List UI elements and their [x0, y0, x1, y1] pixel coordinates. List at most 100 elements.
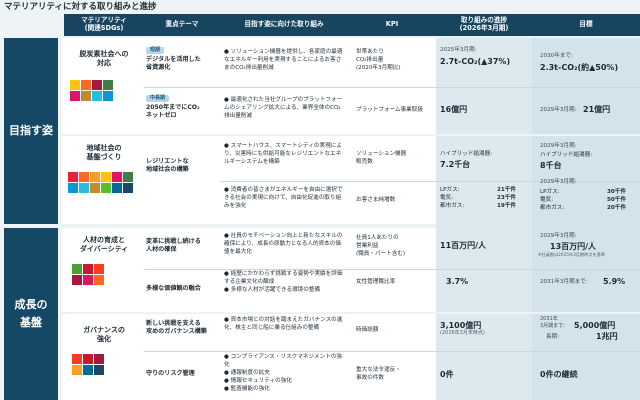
target-hybrid-value: 8千台	[540, 161, 562, 170]
theme-talent: 変革に挑戦し続ける 人材の確保	[146, 238, 201, 254]
progress-violations-value: 0件	[440, 370, 454, 379]
approach-compliance: ● コンプライアンス・リスクマネジメントの強化 ● 通報制度の拡充 ● 情報セキ…	[224, 354, 343, 393]
sdg-goal-icon	[68, 183, 78, 193]
sdg-goal-icon	[72, 275, 82, 285]
progress-lpg-label: LPガス:	[440, 187, 460, 193]
target-lpg-value: 30千件	[607, 189, 626, 195]
target-column-bg	[532, 38, 640, 400]
materiality-people: 人材の育成と ダイバーシティ	[79, 236, 129, 254]
sdg-goal-icon	[81, 91, 91, 101]
sdg-goal-icon	[83, 264, 93, 274]
progress-market-cap-note: (2026年3月末時点)	[440, 330, 485, 336]
progress-hybrid-label: ハイブリッド給湯器:	[440, 151, 493, 157]
header-approach: 目指す姿に向けた取り組み	[220, 14, 348, 36]
target-market-cap-value: 5,000億円	[574, 321, 616, 330]
approach-smart-house: ● スマートハウス、スマートシティの実現により、災害時にも供給可能なレジリエント…	[224, 143, 342, 166]
target-customer-list: LPガス: 30千件 電気: 50千件 都市ガス: 20千件	[540, 188, 632, 212]
sdg-goal-icon	[123, 183, 133, 193]
sdg-goal-icon	[83, 365, 93, 375]
target-profit-note: ※社員数は2025年3月期時点を基準	[538, 252, 606, 257]
sdg-goal-icon	[70, 80, 80, 90]
target-customer-period: 2029年3月期:	[540, 179, 577, 185]
target-platform-value: 21億円	[583, 105, 611, 114]
theme-diversity: 多様な価値観の融合	[146, 285, 201, 292]
materiality-decarb: 脱炭素社会への 対応	[79, 50, 129, 68]
theme-offensive-governance: 新しい挑戦を支える 攻めのガバナンス構築	[146, 320, 207, 336]
approach-platform: ● 最適化された当社グループのプラットフォームのシェアリング拡大による、業界全体…	[224, 97, 343, 120]
sdg-goal-icon	[81, 80, 91, 90]
sdg-goal-icon	[94, 354, 104, 364]
target-citygas-value: 20千件	[607, 205, 626, 212]
sdg-goal-icon	[101, 172, 111, 182]
target-electric-label: 電気:	[540, 197, 554, 204]
progress-lpg-value: 21千件	[497, 187, 516, 193]
group-label-growth: 成長の 基盤	[4, 228, 58, 400]
progress-citygas-label: 都市ガス:	[440, 203, 465, 210]
group-label-aim: 目指す姿	[4, 38, 58, 224]
progress-electric-value: 23千件	[497, 195, 516, 202]
progress-platform-value: 16億円	[440, 105, 468, 114]
sdg-icons-decarb	[70, 80, 113, 101]
sdg-goal-icon	[90, 183, 100, 193]
kpi-profit-per-employee: 社員1人あたりの 営業利益 (職員・パート含む)	[356, 235, 406, 258]
target-female-label: 2031年3月期まで:	[540, 279, 588, 285]
sdg-goal-icon	[92, 80, 102, 90]
page-title: マテリアリティに対する取り組みと進捗	[4, 2, 157, 12]
target-female-value: 5.9%	[603, 277, 626, 286]
sdg-goal-icon	[83, 354, 93, 364]
kpi-female-managers: 女性管理職比率	[356, 279, 396, 285]
target-profit-label: 2029年3月期:	[540, 233, 577, 239]
progress-customer-list: LPガス: 21千件 電気: 23千件 都市ガス: 19千件	[440, 186, 530, 210]
kpi-platform: プラットフォーム事業取扱	[356, 107, 423, 113]
sdg-goal-icon	[79, 172, 89, 182]
approach-human-capital: ● 社員のモチベーション向上と新たなスキルの確保により、成長の原動力となる人的資…	[224, 233, 343, 256]
target-co2-value: 2.3t-CO₂(約▲50%)	[540, 63, 619, 72]
sdg-goal-icon	[101, 183, 111, 193]
theme-netzero-label: 2050年までにCO₂ ネットゼロ	[146, 103, 200, 119]
materiality-governance: ガバナンスの 強化	[83, 326, 125, 344]
header-progress: 取り組みの進捗 (2026年3月期)	[436, 14, 532, 36]
target-citygas-label: 都市ガス:	[540, 205, 565, 212]
kpi-market-cap: 時価総額	[356, 327, 379, 333]
materiality-community: 地域社会の 基盤づくり	[86, 144, 122, 162]
sdg-goal-icon	[90, 172, 100, 182]
short-term-tag: 短期	[146, 47, 165, 54]
target-platform-label: 2029年3月期:	[540, 107, 577, 113]
sdg-goal-icon	[83, 275, 93, 285]
target-longterm-label: 長期:	[546, 334, 560, 340]
sdg-goal-icon	[72, 354, 82, 364]
theme-digital-label: デジタルを活用した 省資源化	[146, 55, 201, 71]
approach-liberalization: ● 消費者の皆さまがエネルギーを自由に選択できる社会の実現に向けて、自由化促進の…	[224, 187, 343, 210]
sdg-goal-icon	[94, 264, 104, 274]
sdg-goal-icon	[94, 275, 104, 285]
header-theme: 重点テーマ	[144, 14, 220, 36]
approach-solution: ● ソリューション機器を提供し、各家庭の最適なエネルギー利用を実現することによる…	[224, 49, 343, 72]
sdg-goal-icon	[94, 365, 104, 375]
theme-netzero: 中長期 2050年までにCO₂ ネットゼロ	[146, 94, 220, 120]
header-target: 目標	[532, 14, 640, 36]
target-co2-label: 2030年まで:	[540, 53, 573, 59]
target-violations-value: 0件の継続	[540, 370, 578, 379]
sdg-icons-people	[72, 264, 104, 285]
sdg-goal-icon	[103, 91, 113, 101]
target-longterm-value: 1兆円	[596, 332, 618, 341]
sdg-goal-icon	[103, 80, 113, 90]
progress-column-bg	[436, 38, 532, 400]
sdg-goal-icon	[79, 183, 89, 193]
approach-diversity: ● 経歴にかかわらず挑戦する姿勢や実績を評価する企業文化の醸成 ● 多様な人材が…	[224, 271, 343, 294]
header-kpi: KPI	[348, 14, 436, 36]
sdg-icons-community	[68, 172, 133, 193]
kpi-co2-per-household: 世帯あたり CO₂排出量 (2020年3月期比)	[356, 49, 401, 72]
approach-capital-dialogue: ● 資本市場との対話を踏まえたガバナンスの進化、株主と同じ船に乗る仕組みの整備	[224, 317, 343, 332]
progress-profit-value: 11百万円/人	[440, 241, 487, 250]
progress-hybrid-value: 7.2千台	[440, 160, 471, 169]
sdg-goal-icon	[112, 183, 122, 193]
theme-resilient: レジリエントな 地域社会の構築	[146, 158, 189, 174]
kpi-violations: 重大な法令違反・ 事故の件数	[356, 367, 401, 382]
sdg-icons-governance	[72, 354, 104, 375]
theme-digital: 短期 デジタルを活用した 省資源化	[146, 46, 220, 72]
sdg-goal-icon	[112, 172, 122, 182]
progress-co2-label: 2025年3月期:	[440, 47, 477, 53]
progress-female-value: 3.7%	[446, 277, 469, 286]
progress-co2-value: 2.7t-CO₂(▲37%)	[440, 57, 511, 66]
